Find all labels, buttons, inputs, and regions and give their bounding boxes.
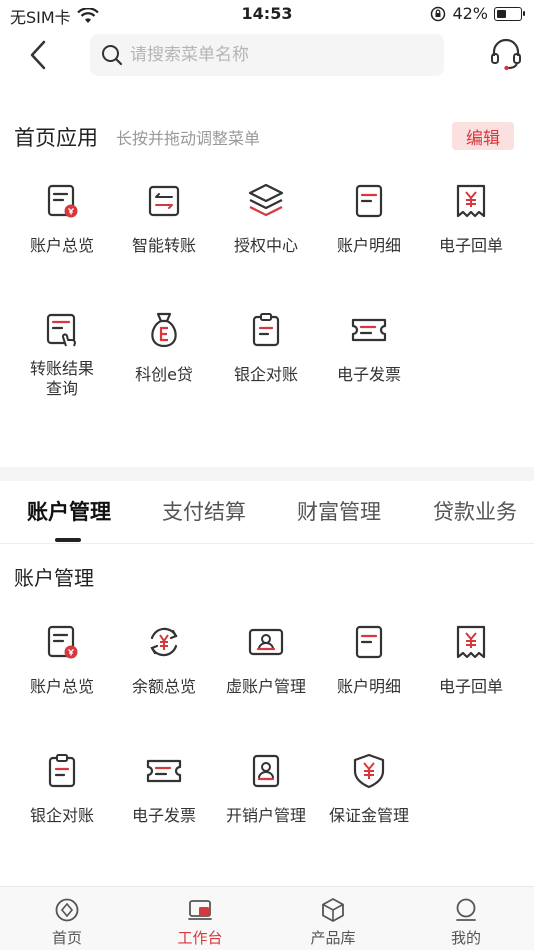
ticket-icon — [351, 318, 387, 342]
app-auth-center[interactable]: 授权中心 — [215, 181, 317, 256]
receipt-icon — [456, 184, 486, 218]
app-label-line2: 查询 — [45, 379, 78, 398]
customer-service-icon[interactable] — [488, 36, 524, 72]
edit-button[interactable]: 编辑 — [452, 122, 514, 150]
menu-label: 保证金管理 — [328, 806, 409, 825]
home-apps-title: 首页应用 — [14, 126, 98, 150]
battery-icon — [494, 6, 525, 21]
menu-balance-overview[interactable]: 余额总览 — [113, 622, 215, 697]
search-icon — [102, 45, 123, 66]
clipboard-icon — [252, 313, 280, 347]
menu-label: 开销户管理 — [225, 806, 306, 825]
menu-virtual-account[interactable]: 虚账户管理 — [215, 622, 317, 697]
menu-account-open-close[interactable]: 开销户管理 — [215, 751, 317, 826]
app-label-line1: 转账结果 — [29, 359, 94, 378]
menu-account-detail[interactable]: 账户明细 — [318, 622, 420, 697]
bottom-tab-bar: 首页 工作台 产品库 我的 — [0, 886, 534, 950]
receipt-icon — [456, 625, 486, 659]
app-transfer-query[interactable]: 转账结果 查询 — [11, 310, 113, 398]
tabbar-mine[interactable]: 我的 — [416, 887, 516, 948]
app-kechuang-loan[interactable]: 科创e贷 — [113, 310, 215, 385]
menu-e-receipt[interactable]: 电子回单 — [420, 622, 522, 697]
tabbar-label: 我的 — [450, 929, 481, 947]
shield-yen-icon — [353, 753, 385, 789]
app-account-overview[interactable]: 账户总览 — [11, 181, 113, 256]
layers-icon — [248, 183, 284, 217]
id-card-icon — [252, 754, 280, 788]
app-label: 电子发票 — [336, 365, 401, 384]
home-apps-hint: 长按并拖动调整菜单 — [116, 129, 261, 148]
menu-deposit-management[interactable]: 保证金管理 — [318, 751, 420, 826]
app-bank-reconciliation[interactable]: 银企对账 — [215, 310, 317, 385]
search-input[interactable] — [130, 45, 420, 65]
battery-percent: 42% — [452, 4, 488, 23]
app-e-receipt[interactable]: 电子回单 — [420, 181, 522, 256]
account-detail-icon — [355, 184, 383, 218]
app-label: 账户明细 — [336, 236, 401, 255]
tabbar-label: 产品库 — [310, 929, 356, 947]
category-tabs: 账户管理 支付结算 财富管理 贷款业务 — [0, 482, 534, 544]
app-account-detail[interactable]: 账户明细 — [318, 181, 420, 256]
app-label: 电子回单 — [438, 236, 503, 255]
transfer-query-icon — [46, 313, 76, 347]
tabbar-label: 首页 — [51, 929, 82, 947]
workbench-icon — [188, 900, 212, 920]
home-apps-header: 首页应用 长按并拖动调整菜单 编辑 — [14, 122, 514, 152]
menu-bank-reconciliation[interactable]: 银企对账 — [11, 751, 113, 826]
menu-label: 账户明细 — [336, 677, 401, 696]
nav-bar — [0, 28, 534, 84]
app-smart-transfer[interactable]: 智能转账 — [113, 181, 215, 256]
account-detail-icon — [355, 625, 383, 659]
account-overview-icon — [47, 625, 78, 659]
menu-label: 银企对账 — [29, 806, 94, 825]
search-bar[interactable] — [90, 34, 444, 76]
tab-indicator — [55, 538, 81, 542]
menu-label: 虚账户管理 — [225, 677, 306, 696]
tab-account-management[interactable]: 账户管理 — [27, 496, 111, 526]
menu-label: 电子发票 — [131, 806, 196, 825]
rotation-lock-icon — [431, 6, 446, 21]
tabbar-workbench[interactable]: 工作台 — [150, 887, 250, 948]
tab-payment-settlement[interactable]: 支付结算 — [162, 496, 246, 526]
status-bar: 无SIM卡 14:53 42% — [0, 0, 534, 28]
virtual-account-icon — [248, 628, 284, 656]
tabbar-label: 工作台 — [177, 929, 223, 947]
tab-wealth-management[interactable]: 财富管理 — [297, 496, 381, 526]
menu-account-overview[interactable]: 账户总览 — [11, 622, 113, 697]
smart-transfer-icon — [148, 185, 180, 217]
app-label: 账户总览 — [29, 236, 94, 255]
app-label: 授权中心 — [233, 236, 298, 255]
home-icon — [55, 898, 79, 922]
back-icon[interactable] — [22, 38, 56, 72]
tabbar-product-library[interactable]: 产品库 — [283, 887, 383, 948]
clipboard-icon — [48, 754, 76, 788]
app-label: 智能转账 — [131, 236, 196, 255]
ticket-icon — [146, 759, 182, 783]
menu-label: 账户总览 — [29, 677, 94, 696]
account-mgmt-title: 账户管理 — [14, 566, 94, 590]
app-label: 银企对账 — [233, 365, 298, 384]
profile-icon — [456, 898, 476, 921]
balance-cycle-icon — [150, 627, 178, 657]
tabbar-home[interactable]: 首页 — [17, 887, 117, 948]
menu-label: 电子回单 — [438, 677, 503, 696]
section-divider — [0, 467, 534, 481]
money-bag-icon — [151, 312, 177, 348]
menu-e-invoice[interactable]: 电子发票 — [113, 751, 215, 826]
menu-label: 余额总览 — [131, 677, 196, 696]
app-e-invoice[interactable]: 电子发票 — [318, 310, 420, 385]
app-label: 科创e贷 — [135, 365, 193, 384]
tab-loan-business[interactable]: 贷款业务 — [433, 496, 517, 526]
account-overview-icon — [47, 184, 78, 218]
cube-icon — [322, 898, 344, 922]
